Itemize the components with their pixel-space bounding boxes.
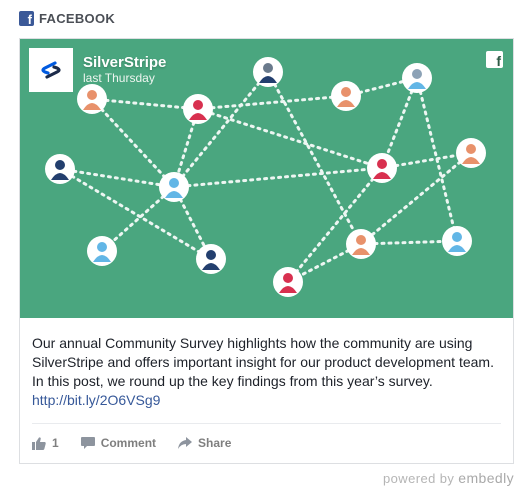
share-icon xyxy=(178,437,193,449)
share-button[interactable]: Share xyxy=(178,436,231,450)
post-author[interactable]: SilverStripe xyxy=(83,54,166,71)
embedly-brand: embedly xyxy=(458,470,514,486)
post-image[interactable]: SilverStripe last Thursday f xyxy=(20,39,513,318)
facebook-icon[interactable]: f xyxy=(486,51,503,69)
powered-prefix: powered by xyxy=(383,471,455,486)
comment-button[interactable]: Comment xyxy=(80,436,157,450)
like-icon xyxy=(32,436,46,450)
silverstripe-logo-icon[interactable] xyxy=(29,48,73,92)
like-count: 1 xyxy=(52,436,59,450)
post-timestamp[interactable]: last Thursday xyxy=(83,71,155,85)
post-body: Our annual Community Survey highlights h… xyxy=(32,334,502,410)
powered-by-embedly[interactable]: powered by embedly xyxy=(383,470,514,486)
post-actions: 1 Comment Share xyxy=(32,436,253,450)
facebook-icon: f xyxy=(19,11,34,27)
embed-header: f FACEBOOK xyxy=(19,11,116,27)
post-text: Our annual Community Survey highlights h… xyxy=(32,335,494,389)
like-button[interactable]: 1 xyxy=(32,436,59,450)
facebook-post-card: SilverStripe last Thursday f Our annual … xyxy=(19,38,514,464)
divider xyxy=(32,423,501,424)
comment-label: Comment xyxy=(100,436,157,450)
comment-icon xyxy=(80,436,95,449)
post-link[interactable]: http://bit.ly/2O6VSg9 xyxy=(32,391,502,410)
share-label: Share xyxy=(198,436,232,450)
header-label: FACEBOOK xyxy=(39,11,116,26)
